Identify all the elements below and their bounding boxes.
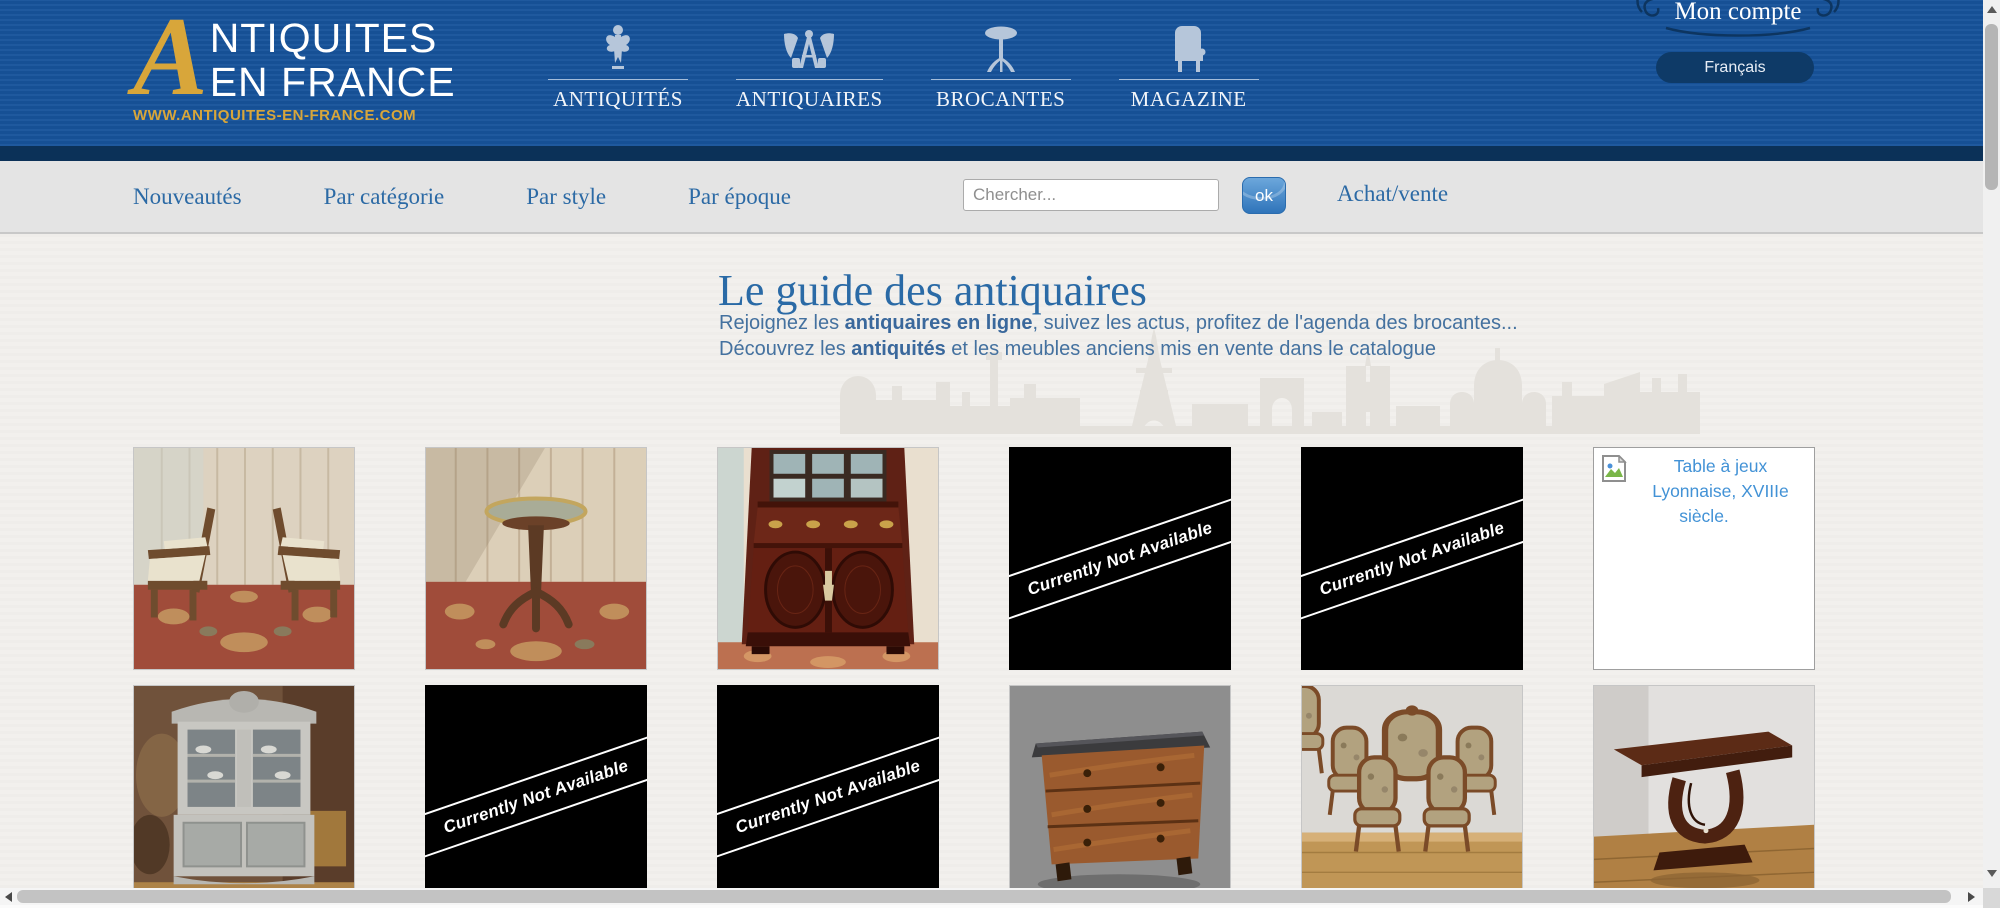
horizontal-scroll-thumb[interactable] [17, 890, 1951, 903]
browser-viewport: A NTIQUITES EN FRANCE WWW.ANTIQUITES-EN-… [0, 0, 2000, 908]
product-tile-art-deco-console[interactable] [1593, 685, 1815, 888]
site-logo[interactable]: A NTIQUITES EN FRANCE WWW.ANTIQUITES-EN-… [133, 8, 456, 124]
unavailable-stamp: Currently Not Available [425, 727, 647, 865]
horizontal-scrollbar[interactable] [0, 888, 1983, 905]
armchair-icon [1172, 18, 1206, 74]
scroll-down-arrow-icon[interactable] [1987, 870, 1997, 877]
product-tile-unavailable[interactable]: Currently Not Available [717, 685, 939, 888]
photo-pair-of-armchairs [134, 448, 354, 669]
menu-link-achat-vente[interactable]: Achat/vente [1337, 181, 1448, 207]
nav-item-magazine[interactable]: MAGAZINE [1119, 18, 1259, 112]
sconces-compass-icon [780, 18, 838, 74]
menu-links: Nouveautés Par catégorie Par style Par é… [133, 161, 791, 232]
language-button[interactable]: Français [1656, 52, 1814, 83]
logo-initial: A [133, 8, 208, 107]
photo-painted-buffet [134, 686, 354, 888]
scrollbar-corner [1983, 888, 2000, 908]
nav-item-antiquaires[interactable]: ANTIQUAIRES [736, 18, 883, 112]
photo-art-deco-console [1594, 686, 1814, 888]
vertical-scrollbar[interactable] [1983, 0, 2000, 888]
menu-link-nouveautes[interactable]: Nouveautés [133, 184, 242, 210]
product-tile-salon-set[interactable] [1301, 685, 1523, 888]
nav-underline [548, 79, 688, 80]
vertical-scroll-thumb[interactable] [1985, 24, 1998, 190]
intro-line-1: Rejoignez les antiquaires en ligne, suiv… [719, 310, 1518, 336]
product-tile-unavailable[interactable]: Currently Not Available [1009, 447, 1231, 670]
my-account-link[interactable]: Mon compte [1640, 0, 1836, 26]
photo-pedestal-table [426, 448, 646, 669]
unavailable-stamp: Currently Not Available [1009, 489, 1231, 627]
logo-name-line1: NTIQUITES [210, 16, 456, 60]
nav-underline [1119, 79, 1259, 80]
menu-link-par-style[interactable]: Par style [526, 184, 606, 210]
product-tile-unavailable[interactable]: Currently Not Available [1301, 447, 1523, 670]
broken-image-alt-text: Table à jeux Lyonnaise, XVIIIe siècle. [1600, 454, 1808, 529]
page-title: Le guide des antiquaires [718, 265, 1147, 316]
unavailable-stamp: Currently Not Available [1301, 489, 1523, 627]
photo-salon-set [1302, 686, 1522, 888]
header-bottom-strip [0, 146, 1983, 161]
search-ok-button[interactable]: ok [1242, 177, 1286, 214]
photo-corner-cabinet [718, 448, 938, 669]
scroll-right-arrow-icon[interactable] [1968, 892, 1975, 902]
nav-label: ANTIQUITÉS [553, 87, 683, 112]
scroll-left-arrow-icon[interactable] [5, 892, 12, 902]
logo-name-line2: EN FRANCE [210, 60, 456, 104]
nav-underline [736, 79, 883, 80]
nav-item-antiquites[interactable]: ANTIQUITÉS [548, 18, 688, 112]
nav-label: BROCANTES [936, 87, 1065, 112]
unavailable-stamp: Currently Not Available [717, 727, 939, 865]
nav-label: ANTIQUAIRES [736, 87, 883, 112]
menu-link-par-epoque[interactable]: Par époque [688, 184, 791, 210]
product-tile-painted-buffet[interactable] [133, 685, 355, 888]
product-tile-pedestal-table[interactable] [425, 447, 647, 670]
nav-underline [931, 79, 1071, 80]
logo-website-url: WWW.ANTIQUITES-EN-FRANCE.COM [133, 107, 456, 124]
product-tile-unavailable[interactable]: Currently Not Available [425, 685, 647, 888]
site-header: A NTIQUITES EN FRANCE WWW.ANTIQUITES-EN-… [0, 0, 1983, 146]
intro-line-2: Découvrez les antiquités et les meubles … [719, 336, 1518, 362]
pedestal-table-icon [982, 18, 1020, 74]
header-navigation: ANTIQUITÉS ANTIQUAIRES [548, 18, 1259, 112]
product-tile-corner-cabinet[interactable] [717, 447, 939, 670]
broken-image-icon [1601, 455, 1627, 482]
menu-bar: Nouveautés Par catégorie Par style Par é… [0, 161, 1983, 234]
scroll-up-arrow-icon[interactable] [1987, 6, 1997, 13]
main-content: Le guide des antiquaires Rejoignez les a… [0, 234, 1983, 888]
product-grid: Currently Not Available Currently Not Av… [133, 447, 1815, 888]
product-tile-pair-of-armchairs[interactable] [133, 447, 355, 670]
cherub-icon [602, 18, 634, 74]
product-tile-commode[interactable] [1009, 685, 1231, 888]
menu-link-par-categorie[interactable]: Par catégorie [324, 184, 445, 210]
nav-item-brocantes[interactable]: BROCANTES [931, 18, 1071, 112]
nav-label: MAGAZINE [1131, 87, 1247, 112]
intro-text: Rejoignez les antiquaires en ligne, suiv… [719, 310, 1518, 362]
photo-commode [1010, 686, 1230, 888]
product-tile-broken-image[interactable]: Table à jeux Lyonnaise, XVIIIe siècle. [1593, 447, 1815, 670]
search-input[interactable] [963, 179, 1219, 211]
